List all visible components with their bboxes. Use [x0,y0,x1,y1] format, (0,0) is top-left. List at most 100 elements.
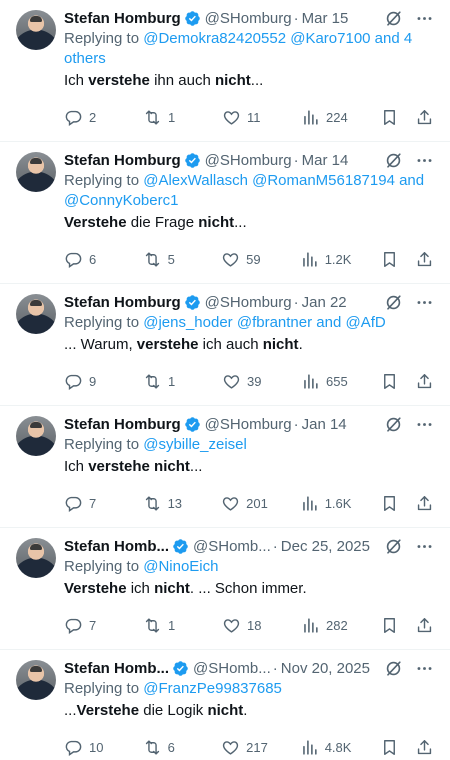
views-button[interactable]: 282 [301,616,351,635]
more-icon[interactable] [415,537,434,556]
mention-link[interactable]: @Demokra82420552 [143,30,286,47]
reply-button[interactable]: 9 [64,372,114,391]
grok-icon[interactable] [384,659,403,678]
author-name[interactable]: Stefan Homburg [64,294,181,311]
author-name[interactable]: Stefan Homburg [64,416,181,433]
avatar[interactable] [16,294,56,334]
author-name[interactable]: Stefan Homb... [64,538,169,555]
replying-to-label: Replying to [64,680,140,697]
mention-link[interactable]: @ConnyKoberc1 [64,192,178,209]
repost-button[interactable]: 1 [143,372,193,391]
tweet-date[interactable]: Mar 14 [302,152,349,169]
repost-button[interactable]: 5 [143,250,193,269]
like-button[interactable]: 201 [221,494,271,513]
tweet-date[interactable]: Jan 14 [302,416,347,433]
share-icon[interactable] [415,108,434,127]
author-name[interactable]: Stefan Homb... [64,660,169,677]
mention-link[interactable]: @jens_hoder [143,314,232,331]
verified-badge-icon[interactable] [172,660,189,677]
like-count: 59 [246,251,261,267]
avatar[interactable] [16,10,56,50]
more-icon[interactable] [415,415,434,434]
tweet[interactable]: Stefan Homburg @SHomburg · Jan 22 Replyi… [0,284,450,406]
author-handle[interactable]: @SHomburg [205,294,292,311]
repost-button[interactable]: 13 [143,494,193,513]
tweet[interactable]: Stefan Homb... @SHomb... · Nov 20, 2025 … [0,650,450,760]
share-icon[interactable] [415,616,434,635]
tweet-text-bold: verstehe [136,336,199,353]
tweet[interactable]: Stefan Homburg @SHomburg · Mar 14 Replyi… [0,142,450,284]
bookmark-icon[interactable] [380,250,399,269]
grok-icon[interactable] [384,537,403,556]
mention-link[interactable]: @AlexWallasch [143,172,248,189]
views-button[interactable]: 224 [301,108,351,127]
tweet-actions: 10 6 217 4.8K [64,729,434,760]
more-icon[interactable] [415,9,434,28]
share-icon[interactable] [415,738,434,757]
tweet-date[interactable]: Jan 22 [302,294,347,311]
verified-badge-icon[interactable] [184,416,201,433]
more-icon[interactable] [415,151,434,170]
views-button[interactable]: 655 [301,372,351,391]
author-handle[interactable]: @SHomburg [205,416,292,433]
mention-link[interactable]: @RomanM56187194 and [252,172,424,189]
author-handle[interactable]: @SHomb... [193,538,271,555]
verified-badge-icon[interactable] [184,152,201,169]
mention-link[interactable]: @sybille_zeisel [143,436,247,453]
grok-icon[interactable] [384,415,403,434]
more-icon[interactable] [415,293,434,312]
share-icon[interactable] [415,250,434,269]
verified-badge-icon[interactable] [172,538,189,555]
grok-icon[interactable] [384,293,403,312]
tweet[interactable]: Stefan Homb... @SHomb... · Dec 25, 2025 … [0,528,450,650]
bookmark-icon[interactable] [380,372,399,391]
repost-button[interactable]: 1 [143,616,193,635]
views-button[interactable]: 1.2K [300,250,351,269]
like-button[interactable]: 217 [221,738,271,757]
reply-button[interactable]: 2 [64,108,114,127]
bookmark-icon[interactable] [380,108,399,127]
tweet-date[interactable]: Nov 20, 2025 [281,660,370,677]
tweet[interactable]: Stefan Homburg @SHomburg · Jan 14 Replyi… [0,406,450,528]
like-button[interactable]: 11 [222,108,272,127]
mention-link[interactable]: @NinoEich [143,558,218,575]
avatar[interactable] [16,660,56,700]
author-handle[interactable]: @SHomb... [193,660,271,677]
replying-to-label: Replying to [64,436,140,453]
mention-link[interactable]: @fbrantner and @AfD [237,314,386,331]
repost-button[interactable]: 6 [143,738,193,757]
avatar[interactable] [16,538,56,578]
reply-icon [65,374,82,390]
author-handle[interactable]: @SHomburg [205,152,292,169]
repost-button[interactable]: 1 [143,108,193,127]
views-button[interactable]: 4.8K [300,738,351,757]
grok-icon[interactable] [384,9,403,28]
bookmark-icon[interactable] [380,738,399,757]
share-icon[interactable] [415,494,434,513]
reply-button[interactable]: 7 [64,494,114,513]
like-button[interactable]: 39 [222,372,272,391]
tweet[interactable]: Stefan Homburg @SHomburg · Mar 15 Replyi… [0,0,450,142]
views-button[interactable]: 1.6K [300,494,351,513]
author-name[interactable]: Stefan Homburg [64,10,181,27]
share-icon[interactable] [415,372,434,391]
bookmark-icon[interactable] [380,494,399,513]
tweet-date[interactable]: Dec 25, 2025 [281,538,370,555]
mention-link[interactable]: @FranzPe99837685 [143,680,282,697]
reply-button[interactable]: 6 [64,250,114,269]
bookmark-icon[interactable] [380,616,399,635]
tweet-text-segment: ... [234,214,247,231]
more-icon[interactable] [415,659,434,678]
like-button[interactable]: 18 [222,616,272,635]
author-name[interactable]: Stefan Homburg [64,152,181,169]
grok-icon[interactable] [384,151,403,170]
verified-badge-icon[interactable] [184,294,201,311]
avatar[interactable] [16,416,56,456]
reply-button[interactable]: 7 [64,616,114,635]
tweet-date[interactable]: Mar 15 [302,10,349,27]
like-button[interactable]: 59 [221,250,271,269]
avatar[interactable] [16,152,56,192]
verified-badge-icon[interactable] [184,10,201,27]
author-handle[interactable]: @SHomburg [205,10,292,27]
reply-button[interactable]: 10 [64,738,114,757]
